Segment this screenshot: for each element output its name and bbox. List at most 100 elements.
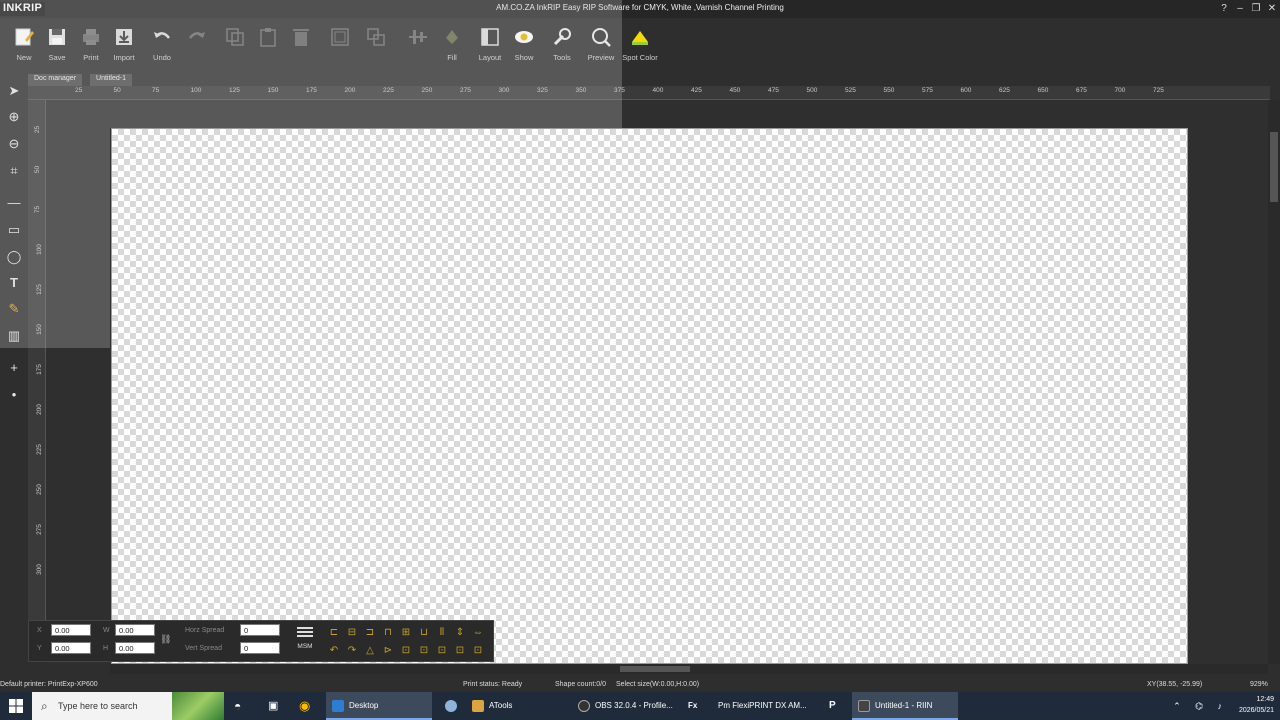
layout-button[interactable]: Layout xyxy=(471,24,509,74)
redo-button[interactable] xyxy=(178,24,216,74)
msm-button[interactable]: MSM xyxy=(295,627,315,650)
ruler-tick-label: 25 xyxy=(34,125,42,134)
vertical-ruler: 25 50 75 100 125 150 175 200 225 250 275 300 xyxy=(28,100,46,660)
ruler-tick-label: 225 xyxy=(35,444,43,455)
align-tool-icon[interactable]: ⊡ xyxy=(415,642,433,660)
system-tray-icons[interactable]: ⌃ ⌬ ♪ xyxy=(1173,701,1228,712)
print-page-canvas[interactable] xyxy=(111,128,1188,664)
help-icon[interactable]: ? xyxy=(1216,0,1232,18)
ellipse-tool-icon[interactable]: ◯ xyxy=(5,248,23,266)
ungroup-button[interactable] xyxy=(357,24,395,74)
import-button[interactable]: Import xyxy=(105,24,143,74)
taskbar-item-label: Untitled-1 - RIIN xyxy=(875,701,933,710)
taskbar-item-atools[interactable]: ATools xyxy=(468,692,568,720)
file-explorer-icon[interactable]: ▣ xyxy=(268,692,278,720)
minimize-button[interactable]: – xyxy=(1232,0,1248,18)
undo-button[interactable]: Undo xyxy=(143,24,181,74)
group-icon xyxy=(331,28,349,46)
show-icon xyxy=(515,31,533,43)
windows-start-icon[interactable] xyxy=(8,698,24,714)
print-status: Print status: Ready xyxy=(463,681,523,688)
show-button[interactable]: Show xyxy=(505,24,543,74)
ruler-tick-label: 700 xyxy=(1114,87,1126,94)
preview-button[interactable]: Preview xyxy=(582,24,620,74)
save-button[interactable]: Save xyxy=(38,24,76,74)
fill-button[interactable]: Fill xyxy=(433,24,471,74)
taskbar-item-label: Desktop xyxy=(349,701,379,710)
zoom-in-icon[interactable]: ⊕ xyxy=(5,108,23,126)
align-tool-icon[interactable]: ⊐ xyxy=(361,624,379,642)
taskbar-item-p[interactable]: P xyxy=(829,692,836,720)
add-icon[interactable]: + xyxy=(5,359,23,377)
x-input[interactable] xyxy=(51,624,91,636)
ungroup-icon xyxy=(367,28,385,46)
y-input[interactable] xyxy=(51,642,91,654)
w-input[interactable] xyxy=(115,624,155,636)
dot-icon[interactable]: ● xyxy=(5,386,23,404)
taskbar-item-inkrip[interactable]: Untitled-1 - RIIN xyxy=(852,692,958,720)
align-button[interactable] xyxy=(399,24,437,74)
taskbar-item-obs[interactable]: OBS 32.0.4 - Profile... xyxy=(574,692,676,720)
tab-untitled-1[interactable]: Untitled-1 xyxy=(90,74,132,86)
edge-browser-icon[interactable]: ◓ xyxy=(234,692,241,720)
pen-tool-icon[interactable]: ✎ xyxy=(5,300,23,318)
vert-spread-input[interactable] xyxy=(240,642,280,654)
align-tool-icon[interactable]: ⊔ xyxy=(415,624,433,642)
chrome-icon[interactable]: ◉ xyxy=(299,692,310,720)
taskbar-search[interactable]: ⌕ Type here to search xyxy=(32,692,224,720)
taskbar-item-app[interactable] xyxy=(440,692,462,720)
lock-ratio-icon[interactable]: ⛓ xyxy=(160,634,171,645)
ruler-tick-label: 525 xyxy=(845,87,856,94)
ruler-tick-label: 200 xyxy=(35,404,43,415)
ruler-tick-label: 350 xyxy=(575,87,587,94)
align-tool-icon[interactable]: ⊡ xyxy=(451,642,469,660)
align-tool-icon[interactable]: ⇔ xyxy=(469,624,487,642)
ruler-tick-label: 300 xyxy=(498,87,510,94)
x-label: X xyxy=(37,627,42,634)
rectangle-tool-icon[interactable]: ▭ xyxy=(5,221,23,239)
crop-tool-icon[interactable]: ⌗ xyxy=(5,162,23,180)
tools-button[interactable]: Tools xyxy=(543,24,581,74)
line-tool-icon[interactable]: — xyxy=(5,194,23,212)
system-clock[interactable]: 12:49 2026/05/21 xyxy=(1239,694,1274,716)
align-tool-icon[interactable]: ⊡ xyxy=(433,642,451,660)
align-tool-icon[interactable]: ↷ xyxy=(343,642,361,660)
align-tool-icon[interactable]: ⊳ xyxy=(379,642,397,660)
taskbar-item-fx[interactable]: Fx xyxy=(688,692,697,720)
taskbar-item-flexiprint[interactable]: Pm FlexiPRINT DX AM... xyxy=(718,692,822,720)
h-label: H xyxy=(103,645,109,652)
barcode-tool-icon[interactable]: ▥ xyxy=(5,327,23,345)
group-button[interactable] xyxy=(321,24,359,74)
restore-button[interactable]: ❐ xyxy=(1248,0,1264,18)
align-tool-icon[interactable]: ⊞ xyxy=(397,624,415,642)
align-tool-icon[interactable]: ⊡ xyxy=(397,642,415,660)
horz-spread-input[interactable] xyxy=(240,624,280,636)
taskbar-item-desktop[interactable]: Desktop xyxy=(326,692,432,720)
ruler-tick-label: 250 xyxy=(35,484,43,495)
zoom-out-icon[interactable]: ⊖ xyxy=(5,135,23,153)
align-tool-icon[interactable]: ⊡ xyxy=(469,642,487,660)
atools-icon xyxy=(472,699,484,712)
align-tool-icon[interactable]: △ xyxy=(361,642,379,660)
ruler-tick-label: 150 xyxy=(35,324,43,335)
horizontal-scrollbar[interactable] xyxy=(110,664,1268,674)
tab-doc-manager[interactable]: Doc manager xyxy=(28,74,83,86)
close-button[interactable]: ✕ xyxy=(1264,0,1280,18)
delete-button[interactable] xyxy=(282,24,320,74)
layout-label: Layout xyxy=(478,53,502,62)
align-tool-icon[interactable]: ⫴ xyxy=(433,624,451,642)
h-input[interactable] xyxy=(115,642,155,654)
select-tool-icon[interactable]: ➤ xyxy=(5,82,23,100)
horizontal-scroll-thumb[interactable] xyxy=(620,666,690,672)
align-tool-icon[interactable]: ⇕ xyxy=(451,624,469,642)
vertical-scrollbar[interactable] xyxy=(1268,100,1280,664)
align-tool-icon[interactable]: ⊏ xyxy=(325,624,343,642)
text-tool-icon[interactable]: T xyxy=(5,274,23,292)
spot-color-button[interactable]: Spot Color xyxy=(621,24,659,74)
align-tool-icon[interactable]: ⊟ xyxy=(343,624,361,642)
align-tool-icon[interactable]: ⊓ xyxy=(379,624,397,642)
vertical-scroll-thumb[interactable] xyxy=(1270,132,1278,202)
align-tool-icon[interactable]: ↶ xyxy=(325,642,343,660)
spot-color-label: Spot Color xyxy=(622,53,658,62)
main-toolbar: New Save Print Import Undo Fill Layout S… xyxy=(0,18,1280,74)
